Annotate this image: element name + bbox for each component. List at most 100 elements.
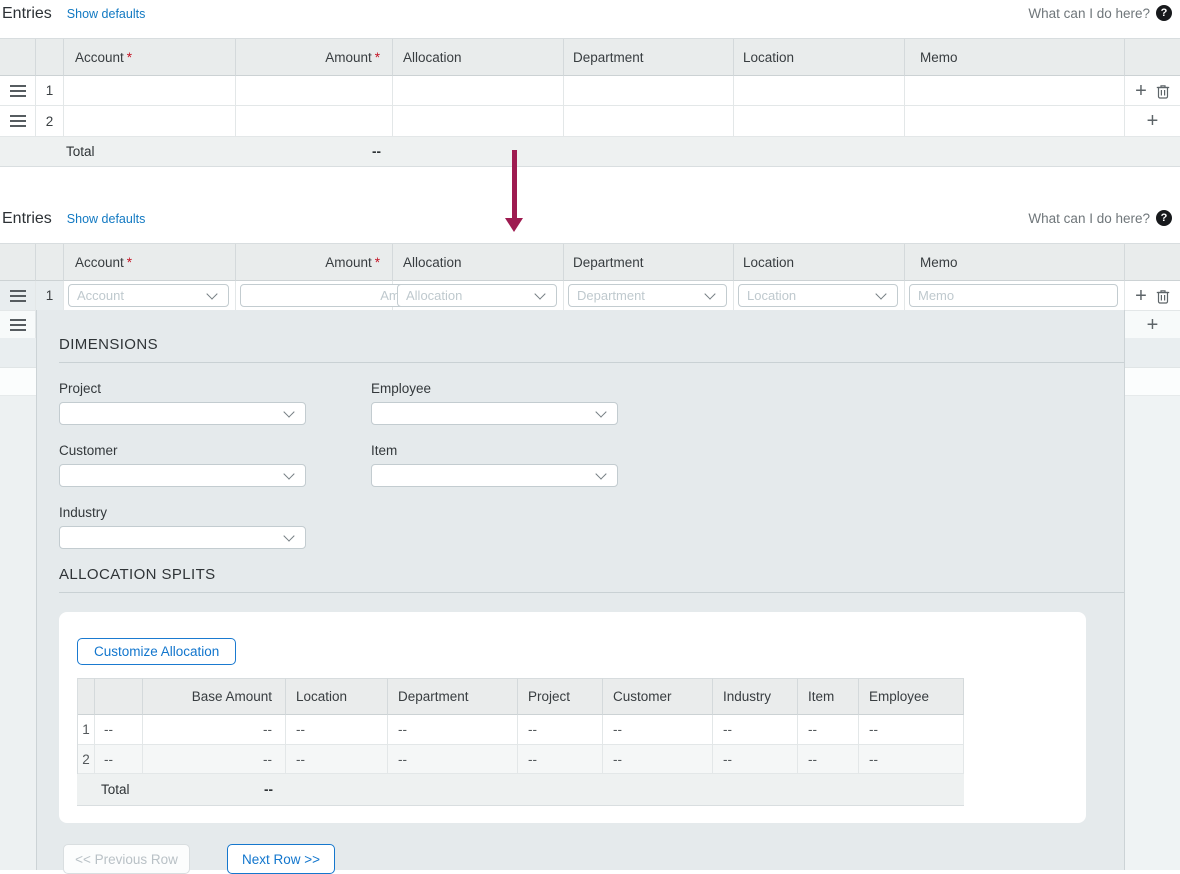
- splits-cell: --: [286, 745, 388, 774]
- chevron-down-icon: [283, 406, 294, 417]
- splits-cell: --: [518, 715, 603, 745]
- location-column-header: Location: [734, 39, 905, 76]
- account-column-header: Account*: [64, 244, 236, 281]
- item-field: Item: [371, 443, 618, 487]
- add-row-icon[interactable]: +: [1135, 286, 1147, 306]
- item-combobox[interactable]: [371, 464, 618, 487]
- help-label: What can I do here?: [1028, 211, 1150, 226]
- amount-cell[interactable]: [236, 106, 393, 137]
- amount-cell[interactable]: [236, 76, 393, 106]
- drag-handle-icon[interactable]: [10, 115, 26, 117]
- department-cell[interactable]: [564, 76, 734, 106]
- chevron-down-icon: [283, 468, 294, 479]
- customer-header: Customer: [603, 678, 713, 715]
- location-combobox[interactable]: Location: [738, 284, 898, 307]
- delete-row-icon[interactable]: [1156, 83, 1170, 99]
- location-cell[interactable]: [734, 106, 905, 137]
- splits-cell: --: [143, 715, 286, 745]
- drag-handle-cell[interactable]: [0, 76, 36, 106]
- splits-cell: --: [798, 715, 859, 745]
- show-defaults-link[interactable]: Show defaults: [67, 7, 146, 21]
- department-cell[interactable]: [564, 106, 734, 137]
- memo-cell[interactable]: [905, 106, 1125, 137]
- department-cell: Department: [564, 281, 734, 311]
- splits-header-row: Base Amount Location Department Project …: [78, 678, 964, 715]
- page-title: Entries: [2, 5, 52, 23]
- add-row-icon[interactable]: +: [1147, 111, 1159, 131]
- add-row-icon[interactable]: +: [1147, 315, 1159, 335]
- row-actions: +: [1125, 281, 1180, 311]
- dimensions-row: Industry: [59, 505, 1124, 549]
- account-column-header: Account*: [64, 39, 236, 76]
- drag-handle-icon[interactable]: [10, 319, 26, 321]
- drag-handle-cell[interactable]: [0, 106, 36, 137]
- splits-blank-header: [95, 678, 143, 715]
- chevron-down-icon: [206, 288, 217, 299]
- customer-combobox[interactable]: [59, 464, 306, 487]
- help-link[interactable]: What can I do here? ?: [1028, 210, 1172, 226]
- customize-allocation-button[interactable]: Customize Allocation: [77, 638, 236, 665]
- base-amount-header: Base Amount: [143, 678, 286, 715]
- allocation-column-header: Allocation: [393, 39, 564, 76]
- splits-cell: --: [95, 715, 143, 745]
- account-cell: Account: [64, 281, 236, 311]
- drag-handle-icon[interactable]: [10, 85, 26, 87]
- entries-header-expanded: Entries Show defaults What can I do here…: [2, 210, 1180, 232]
- table-row: 1 +: [0, 76, 1180, 106]
- splits-total-row: Total --: [77, 774, 964, 806]
- gutter-stripe: [1125, 368, 1180, 396]
- drag-handle-cell[interactable]: [0, 281, 36, 311]
- add-row-icon[interactable]: +: [1135, 81, 1147, 101]
- allocation-cell: Allocation: [393, 281, 564, 311]
- department-column-header: Department: [564, 39, 734, 76]
- employee-header: Employee: [859, 678, 964, 715]
- show-defaults-link[interactable]: Show defaults: [67, 212, 146, 226]
- annotation-arrow-head: [505, 218, 523, 232]
- splits-cell: --: [143, 745, 286, 774]
- required-marker: *: [375, 50, 380, 65]
- required-marker: *: [127, 50, 132, 65]
- drag-handle-icon[interactable]: [10, 290, 26, 292]
- account-cell[interactable]: [64, 76, 236, 106]
- drag-handle-cell[interactable]: [0, 311, 36, 339]
- industry-field: Industry: [59, 505, 306, 549]
- dimensions-heading: DIMENSIONS: [59, 336, 1124, 363]
- grid-header-row: Account* Amount* Allocation Department L…: [0, 38, 1180, 76]
- allocation-column-header: Allocation: [393, 244, 564, 281]
- actions-column-header: [1125, 244, 1180, 281]
- splits-cell: --: [388, 745, 518, 774]
- memo-cell[interactable]: [905, 76, 1125, 106]
- grid-header-row: Account* Amount* Allocation Department L…: [0, 243, 1180, 281]
- item-header: Item: [798, 678, 859, 715]
- industry-combobox[interactable]: [59, 526, 306, 549]
- splits-cell: --: [518, 745, 603, 774]
- customer-label: Customer: [59, 443, 306, 458]
- splits-cell: --: [713, 745, 798, 774]
- project-combobox[interactable]: [59, 402, 306, 425]
- location-cell: Location: [734, 281, 905, 311]
- allocation-cell[interactable]: [393, 106, 564, 137]
- project-label: Project: [59, 381, 306, 396]
- annotation-arrow: [512, 150, 517, 219]
- question-icon[interactable]: ?: [1156, 210, 1172, 226]
- department-combobox[interactable]: Department: [568, 284, 727, 307]
- allocation-combobox[interactable]: Allocation: [397, 284, 557, 307]
- total-amount: --: [330, 144, 381, 159]
- splits-row: 2 -- -- -- -- -- -- -- -- --: [78, 745, 964, 774]
- account-combobox[interactable]: Account: [68, 284, 229, 307]
- gutter-stripe: [0, 338, 36, 368]
- splits-rownum-header: [78, 678, 95, 715]
- memo-input[interactable]: [909, 284, 1118, 307]
- allocation-cell[interactable]: [393, 76, 564, 106]
- location-cell[interactable]: [734, 76, 905, 106]
- total-amount: --: [213, 782, 273, 797]
- question-icon[interactable]: ?: [1156, 5, 1172, 21]
- gutter-stripe: [1125, 338, 1180, 368]
- account-cell[interactable]: [64, 106, 236, 137]
- drag-column-header: [0, 39, 36, 76]
- delete-row-icon[interactable]: [1156, 288, 1170, 304]
- gutter-area: [1125, 396, 1180, 870]
- help-link[interactable]: What can I do here? ?: [1028, 5, 1172, 21]
- row-actions: +: [1125, 311, 1180, 339]
- employee-combobox[interactable]: [371, 402, 618, 425]
